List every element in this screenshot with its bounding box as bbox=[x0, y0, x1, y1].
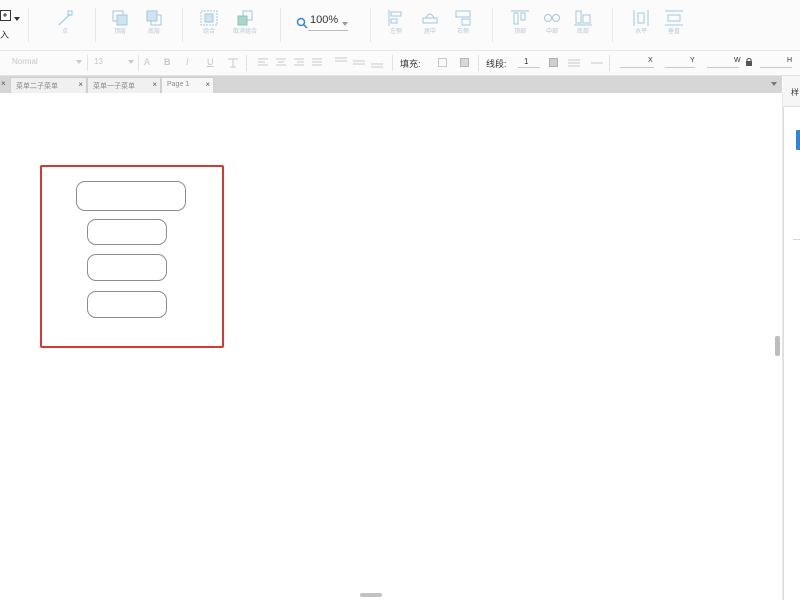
distribute-vertical-icon bbox=[665, 10, 683, 26]
format-bar: Normal 13 A B I U 填充: 线段: 1 X Y W H bbox=[0, 51, 800, 76]
font-family-select[interactable]: Normal bbox=[12, 57, 38, 66]
align-top-button[interactable]: 顶部 bbox=[503, 6, 537, 46]
bring-to-top-button[interactable]: 顶层 bbox=[103, 6, 137, 46]
stroke-width-input[interactable]: 1 bbox=[524, 57, 528, 66]
stroke-color-swatch[interactable] bbox=[549, 58, 558, 67]
align-center-button[interactable]: 居中 bbox=[413, 6, 447, 46]
chevron-down-icon bbox=[76, 60, 82, 64]
align-middle-button[interactable]: 中部 bbox=[535, 6, 569, 46]
distribute-vertical-button[interactable]: 垂直 bbox=[657, 6, 691, 46]
align-right-icon bbox=[455, 10, 471, 26]
align-top-label: 顶部 bbox=[513, 29, 526, 35]
clear-format-icon[interactable] bbox=[227, 58, 239, 68]
lock-ratio-icon[interactable] bbox=[745, 58, 753, 66]
menu-item-box[interactable] bbox=[87, 254, 167, 281]
w-label: W bbox=[734, 57, 741, 64]
page-tab-bar: × 菜单二子菜单 × 菜单一子菜单 × Page 1 × bbox=[0, 76, 782, 93]
insert-icon bbox=[0, 10, 11, 21]
zoom-value: 100% bbox=[310, 14, 339, 26]
distribute-horizontal-button[interactable]: 水平 bbox=[624, 6, 658, 46]
bottom-label: 底层 bbox=[147, 29, 160, 35]
x-label: X bbox=[648, 57, 653, 64]
align-middle-icon bbox=[544, 14, 560, 22]
bring-to-front-icon bbox=[112, 10, 128, 26]
vertical-scrollbar-thumb[interactable] bbox=[775, 336, 780, 356]
chevron-down-icon bbox=[342, 22, 348, 26]
group-label: 组合 bbox=[202, 29, 215, 35]
ungroup-button[interactable]: 取消组合 bbox=[228, 6, 262, 46]
menu-item-box[interactable] bbox=[87, 219, 167, 245]
group-icon bbox=[200, 10, 218, 26]
align-right-button[interactable]: 右侧 bbox=[446, 6, 480, 46]
distribute-horizontal-label: 水平 bbox=[634, 29, 647, 35]
zoom-control[interactable]: 100% bbox=[294, 11, 354, 33]
align-middle-label: 中部 bbox=[545, 29, 558, 35]
anchor-point-icon bbox=[58, 10, 73, 26]
tab-submenu-1[interactable]: 菜单一子菜单 × bbox=[87, 77, 161, 93]
line-end-icon[interactable] bbox=[591, 58, 603, 68]
align-top-icon bbox=[511, 10, 529, 25]
bold-button[interactable]: B bbox=[164, 57, 171, 67]
anchor-button[interactable]: 点 bbox=[48, 6, 82, 46]
tab-label: 菜单二子菜单 bbox=[16, 83, 58, 90]
align-bottom-button[interactable]: 底部 bbox=[566, 6, 600, 46]
ungroup-label: 取消组合 bbox=[232, 29, 257, 35]
align-center-icon bbox=[422, 13, 438, 24]
line-style-icon[interactable] bbox=[568, 58, 580, 68]
anchor-label: 点 bbox=[61, 29, 68, 35]
h-label: H bbox=[787, 57, 793, 64]
stroke-label: 线段: bbox=[486, 59, 507, 69]
properties-panel-title[interactable]: 样 bbox=[791, 87, 799, 98]
close-icon[interactable]: × bbox=[1, 79, 6, 88]
close-icon[interactable]: × bbox=[78, 80, 83, 89]
send-to-bottom-button[interactable]: 底层 bbox=[137, 6, 171, 46]
align-bottom-label: 底部 bbox=[576, 29, 589, 35]
properties-panel bbox=[783, 76, 800, 600]
underline-button[interactable]: U bbox=[207, 57, 214, 67]
align-left-label: 左侧 bbox=[389, 29, 402, 35]
tab-label: Page 1 bbox=[167, 81, 190, 88]
properties-panel-divider bbox=[793, 239, 800, 240]
vertical-align-icons[interactable] bbox=[334, 57, 388, 69]
fill-label: 填充: bbox=[400, 59, 421, 69]
close-icon[interactable]: × bbox=[205, 80, 210, 89]
main-toolbar: 入 点 顶层 底层 组合 取消组合 100% 左侧 居中 右侧 顶部 中部 底部… bbox=[0, 0, 800, 51]
tab-page-1[interactable]: Page 1 × bbox=[161, 77, 214, 93]
tab-submenu-2[interactable]: 菜单二子菜单 × bbox=[10, 77, 87, 93]
italic-button[interactable]: I bbox=[186, 57, 189, 67]
ungroup-icon bbox=[237, 10, 253, 26]
group-button[interactable]: 组合 bbox=[192, 6, 226, 46]
close-icon[interactable]: × bbox=[152, 80, 157, 89]
send-to-back-icon bbox=[146, 10, 162, 26]
zoom-icon bbox=[296, 17, 308, 29]
distribute-horizontal-icon bbox=[633, 10, 649, 26]
font-size-select[interactable]: 13 bbox=[94, 57, 103, 66]
tab-list-dropdown-icon[interactable] bbox=[770, 80, 778, 88]
align-left-icon bbox=[388, 10, 402, 26]
chevron-down-icon bbox=[128, 60, 134, 64]
fill-color-swatch[interactable] bbox=[460, 58, 469, 67]
text-align-icons[interactable] bbox=[256, 58, 334, 68]
properties-panel-active-button[interactable] bbox=[796, 130, 800, 150]
tab-label: 菜单一子菜单 bbox=[93, 83, 135, 90]
chevron-down-icon bbox=[14, 17, 20, 21]
insert-button[interactable]: 入 bbox=[0, 6, 22, 46]
font-color-button[interactable]: A bbox=[144, 57, 150, 67]
menu-header-box[interactable] bbox=[76, 181, 186, 211]
horizontal-scrollbar-thumb[interactable] bbox=[360, 593, 382, 597]
y-label: Y bbox=[690, 57, 695, 64]
fill-none-swatch[interactable] bbox=[438, 58, 447, 67]
align-center-label: 居中 bbox=[423, 29, 436, 35]
align-right-label: 右侧 bbox=[456, 29, 469, 35]
top-label: 顶层 bbox=[113, 29, 126, 35]
align-left-button[interactable]: 左侧 bbox=[379, 6, 413, 46]
distribute-vertical-label: 垂直 bbox=[667, 29, 680, 35]
insert-label: 入 bbox=[0, 30, 10, 40]
align-bottom-icon bbox=[574, 10, 592, 26]
menu-item-box[interactable] bbox=[87, 291, 167, 318]
